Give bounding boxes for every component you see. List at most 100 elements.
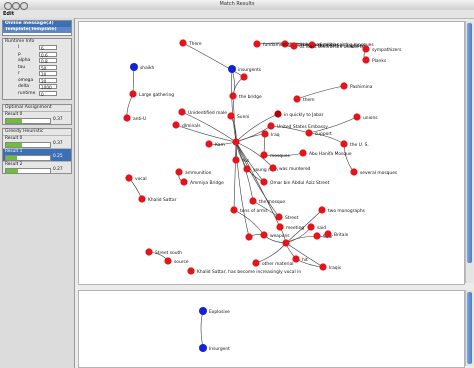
graph-top-node[interactable] [178, 108, 186, 116]
graph-top-node[interactable] [293, 95, 301, 103]
graph-top-node[interactable] [125, 174, 133, 182]
score-bar[interactable] [5, 118, 51, 124]
graph-top-node[interactable] [275, 213, 283, 221]
graph-top-node[interactable] [249, 197, 257, 205]
graph-top-node[interactable] [229, 92, 237, 100]
param-value-field[interactable]: 6 [39, 45, 57, 51]
match-graph-top[interactable]: There neighborhood militias fundamentalist… [78, 21, 465, 285]
param-value-field[interactable]: 0 [39, 90, 57, 97]
graph-top-node[interactable] [260, 231, 268, 239]
graph-top-node[interactable] [123, 114, 131, 122]
graph-top-edge [231, 68, 235, 97]
message-selector[interactable]: Online message(3) Template(Template) [2, 20, 72, 36]
template-graph-bottom[interactable]: Explosive Insurgent [78, 290, 465, 368]
graph-top-node[interactable] [180, 178, 188, 186]
graph-top-node[interactable] [228, 65, 236, 73]
graph-top-node[interactable] [129, 90, 137, 98]
graph-top-node[interactable] [276, 223, 284, 231]
graph-top-edge [126, 93, 134, 119]
graph-top-node[interactable] [230, 206, 238, 214]
graph-top-node[interactable] [260, 178, 268, 186]
param-value-field[interactable]: 1000 [39, 84, 57, 90]
graph-top-node[interactable] [232, 138, 240, 146]
selector-row-template[interactable]: Template(Template) [3, 27, 71, 33]
graph-top-node[interactable] [299, 149, 307, 157]
graph-top-node[interactable] [319, 263, 327, 271]
graph-top-node[interactable] [282, 239, 290, 247]
graph-top-node[interactable] [318, 206, 326, 214]
scrollbar-thumb-top[interactable] [467, 23, 472, 263]
result-label: Result 0 [5, 136, 23, 141]
graph-top-node[interactable] [130, 63, 138, 71]
graph-top-node[interactable] [252, 259, 260, 267]
menu-edit[interactable]: Edit [3, 11, 14, 17]
graph-top-node[interactable] [145, 248, 153, 256]
scrollbar-top[interactable] [465, 21, 473, 283]
param-value-field[interactable]: 0.8 [39, 58, 57, 64]
graph-top-node[interactable] [138, 195, 146, 203]
param-key: alpha [18, 58, 31, 63]
score-bar[interactable] [5, 168, 51, 174]
graph-top-node-label: Omar bin Abdul Aziz Street [270, 180, 330, 186]
optimal-result-row[interactable]: Result 0 0.37 [3, 111, 71, 124]
greedy-result-row[interactable]: Result 1 0.25 [3, 148, 71, 161]
graph-top-edge [255, 242, 287, 264]
graph-top-node-label: ammunition [185, 170, 212, 176]
graph-top-node[interactable] [307, 223, 315, 231]
graph-bottom-node[interactable] [199, 344, 207, 352]
graph-top-node[interactable] [253, 40, 261, 48]
graph-top-node[interactable] [274, 110, 282, 118]
graph-top-node[interactable] [353, 113, 361, 121]
graph-top-node[interactable] [243, 165, 251, 173]
param-value-field[interactable]: 20 [39, 77, 57, 84]
graph-top-node[interactable] [261, 130, 269, 138]
greedy-result-row[interactable]: Result 0 0.37 [3, 135, 71, 148]
param-value-field[interactable]: 0.6 [39, 51, 57, 58]
graph-top-node[interactable] [340, 140, 348, 148]
graph-top-node-label: unions [363, 115, 378, 121]
graph-top-node[interactable] [172, 121, 180, 129]
graph-top-node-label: Large gathering [139, 92, 174, 98]
graph-top-node-label: them [303, 97, 314, 103]
greedy-panel: Greedy Heuristic Result 0 0.37 Result 1 0.2… [2, 128, 72, 174]
graph-top-node[interactable] [232, 156, 240, 164]
param-value-field[interactable]: 50 [39, 64, 57, 71]
graph-top-node[interactable] [164, 257, 172, 265]
graph-bottom-edge [200, 310, 204, 349]
graph-top-node[interactable] [305, 129, 313, 137]
result-label: Result 2 [5, 162, 23, 167]
graph-top-node[interactable] [179, 39, 187, 47]
graph-top-node[interactable] [350, 168, 358, 176]
graph-top-node-label: Kam [215, 142, 225, 148]
graph-top-node[interactable] [240, 73, 248, 81]
param-key: l [18, 45, 20, 50]
graph-top-node[interactable] [205, 140, 213, 148]
graph-top-node-label: said [317, 225, 326, 231]
graph-top-node-label: vocal [135, 176, 147, 182]
graph-top-node[interactable] [227, 112, 235, 120]
graph-canvas-top[interactable]: There neighborhood militiasfundamentalist… [79, 22, 464, 284]
graph-top-node[interactable] [245, 233, 253, 241]
graph-top-node[interactable] [313, 232, 321, 240]
score-bar-fill [6, 156, 17, 160]
graph-top-node[interactable] [175, 168, 183, 176]
graph-top-node[interactable] [269, 164, 277, 172]
graph-top-node[interactable] [290, 42, 298, 50]
graph-canvas-bottom[interactable]: Explosive Insurgent [79, 291, 464, 367]
graph-top-node-label: dlminals [182, 123, 201, 129]
greedy-result-row[interactable]: Result 2 0.27 [3, 161, 71, 174]
graph-top-node[interactable] [187, 267, 195, 275]
graph-bottom-node[interactable] [199, 307, 207, 315]
graph-top-node[interactable] [292, 255, 300, 263]
graph-top-node[interactable] [340, 82, 348, 90]
graph-top-node[interactable] [362, 45, 370, 53]
scrollbar-thumb-bottom[interactable] [467, 292, 472, 364]
graph-top-node-label: shaikh [140, 65, 155, 71]
graph-top-node[interactable] [362, 56, 370, 64]
param-value-field[interactable]: 10 [39, 71, 57, 77]
graph-top-node[interactable] [324, 230, 332, 238]
score-bar-fill [6, 119, 23, 123]
graph-top-node[interactable] [267, 122, 275, 130]
graph-top-node[interactable] [260, 151, 268, 159]
scrollbar-bottom[interactable] [465, 290, 473, 366]
